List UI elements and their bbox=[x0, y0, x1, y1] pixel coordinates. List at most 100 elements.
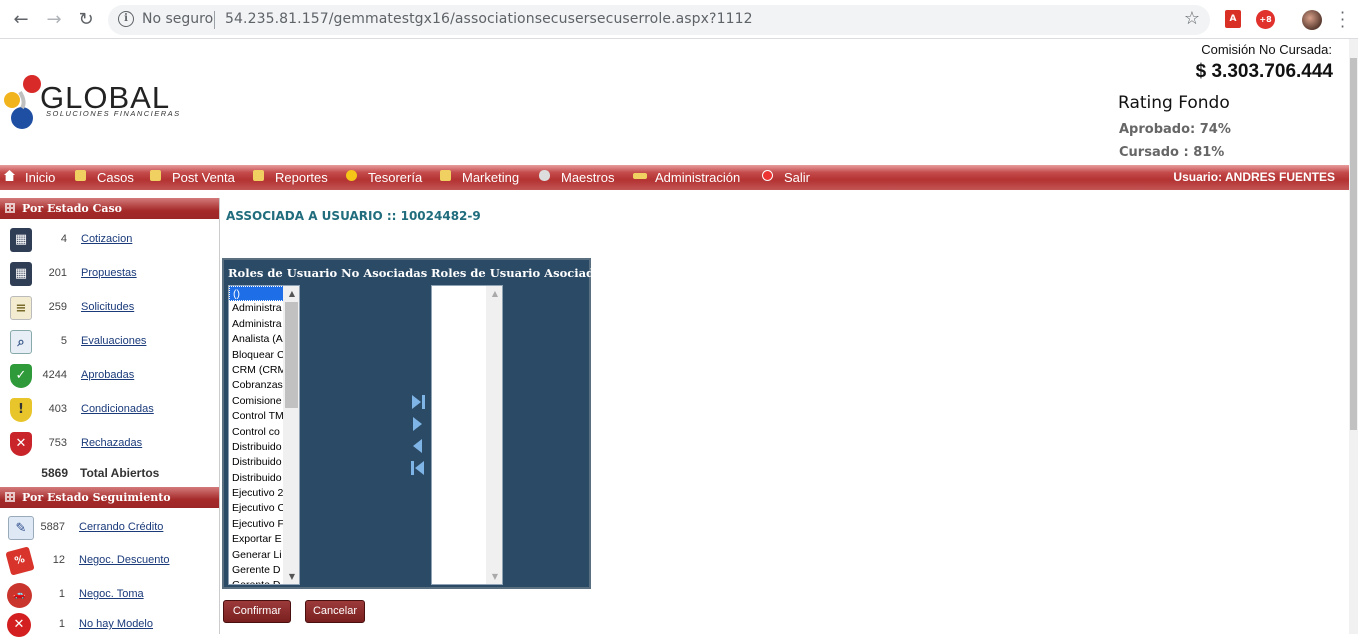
comision-value: $ 3.303.706.444 bbox=[1195, 61, 1333, 82]
list-item[interactable]: Distribuido bbox=[229, 455, 284, 470]
no-asociadas-header: Roles de Usuario No Asociadas bbox=[228, 266, 428, 280]
list-item[interactable]: Distribuido bbox=[229, 471, 284, 486]
list-item[interactable]: Comisione bbox=[229, 394, 284, 409]
usuario-label: Usuario: ANDRES FUENTES bbox=[1173, 170, 1335, 184]
list-item: ⌕ 5 Evaluaciones bbox=[0, 328, 219, 358]
global-logo-icon bbox=[4, 75, 41, 129]
scroll-down-icon[interactable]: ▼ bbox=[289, 572, 295, 581]
page-scrollbar-thumb[interactable] bbox=[1350, 58, 1357, 430]
database-icon bbox=[539, 170, 550, 181]
list-item[interactable]: Cobranzas bbox=[229, 378, 284, 393]
cancel-button[interactable]: Cancelar bbox=[305, 600, 365, 623]
folder-icon bbox=[253, 170, 264, 181]
asociadas-listbox[interactable]: ▲ ▼ bbox=[431, 285, 503, 585]
menu-inicio[interactable]: Inicio bbox=[25, 170, 55, 185]
move-right-icon[interactable] bbox=[410, 416, 426, 432]
list-item[interactable]: Ejecutivo 2 bbox=[229, 486, 284, 501]
list-item: 🚗 1 Negoc. Toma bbox=[0, 581, 219, 611]
extension-badge-icon[interactable]: +8 bbox=[1256, 10, 1275, 29]
list-item[interactable]: Gerente D bbox=[229, 563, 284, 578]
list-item[interactable]: Distribuido bbox=[229, 440, 284, 455]
no-asociadas-listbox[interactable]: () Administra Administra Analista (A Bloquea… bbox=[228, 285, 300, 585]
link-propuestas[interactable]: Propuestas bbox=[81, 267, 137, 279]
link-cotizacion[interactable]: Cotizacion bbox=[81, 233, 132, 245]
link-evaluaciones[interactable]: Evaluaciones bbox=[81, 335, 146, 347]
count: 403 bbox=[48, 403, 67, 415]
list-item[interactable]: Control co bbox=[229, 425, 284, 440]
home-icon bbox=[4, 170, 15, 181]
rating-title: Rating Fondo bbox=[1118, 93, 1230, 113]
total-label: Total Abiertos bbox=[80, 466, 160, 480]
list-item: % 12 Negoc. Descuento bbox=[0, 546, 219, 577]
folder-icon bbox=[150, 170, 161, 181]
list-item: ▦ 201 Propuestas bbox=[0, 260, 219, 290]
list-item[interactable]: CRM (CRM bbox=[229, 363, 284, 378]
total-count: 5869 bbox=[41, 466, 68, 480]
page-title: ASSOCIADA A USUARIO :: 10024482-9 bbox=[226, 209, 481, 223]
menu-marketing[interactable]: Marketing bbox=[462, 170, 519, 185]
back-icon[interactable]: ← bbox=[9, 8, 33, 32]
rating-cursado: Cursado : 81% bbox=[1119, 145, 1225, 160]
list-item: ✓ 4244 Aprobadas bbox=[0, 362, 219, 392]
count: 4 bbox=[60, 233, 67, 245]
menu-salir[interactable]: Salir bbox=[784, 170, 810, 185]
menu-tesoreria[interactable]: Tesorería bbox=[368, 170, 422, 185]
scroll-up-icon[interactable]: ▲ bbox=[492, 289, 498, 298]
move-all-left-icon[interactable] bbox=[410, 460, 426, 476]
move-all-right-icon[interactable] bbox=[410, 394, 426, 410]
browser-menu-icon[interactable]: · · · bbox=[1340, 5, 1346, 35]
menu-reportes[interactable]: Reportes bbox=[275, 170, 328, 185]
estado-caso-header: Por Estado Caso bbox=[0, 198, 219, 219]
list-item: ▦ 4 Cotizacion bbox=[0, 226, 219, 256]
rating-aprobado: Aprobado: 74% bbox=[1119, 122, 1231, 137]
move-left-icon[interactable] bbox=[410, 438, 426, 454]
key-icon bbox=[633, 173, 647, 179]
link-no-hay-modelo[interactable]: No hay Modelo bbox=[79, 618, 153, 630]
count: 1 bbox=[58, 618, 65, 630]
scroll-up-icon[interactable]: ▲ bbox=[289, 289, 295, 298]
list-item[interactable]: Ejecutivo C bbox=[229, 501, 284, 516]
scroll-down-icon[interactable]: ▼ bbox=[492, 572, 498, 581]
exit-icon bbox=[762, 170, 773, 181]
grid-icon bbox=[5, 492, 15, 502]
list-item[interactable]: Administra bbox=[229, 317, 284, 332]
roles-association-panel: Roles de Usuario No Asociadas Roles de U… bbox=[222, 258, 608, 589]
count: 5 bbox=[60, 335, 67, 347]
folder-icon bbox=[75, 170, 86, 181]
info-icon[interactable]: i bbox=[118, 11, 134, 27]
list-item[interactable]: Administra bbox=[229, 301, 284, 316]
list-item[interactable]: Gerente D bbox=[229, 578, 284, 584]
menu-maestros[interactable]: Maestros bbox=[561, 170, 614, 185]
menu-post-venta[interactable]: Post Venta bbox=[172, 170, 235, 185]
link-aprobadas[interactable]: Aprobadas bbox=[81, 369, 134, 381]
address-bar[interactable]: i No seguro 54.235.81.157/gemmatestgx16/… bbox=[108, 5, 1210, 35]
url-text[interactable]: 54.235.81.157/gemmatestgx16/associations… bbox=[225, 11, 753, 27]
list-item[interactable]: Analista (A bbox=[229, 332, 284, 347]
link-cerrando-credito[interactable]: Cerrando Crédito bbox=[79, 521, 163, 533]
listbox-scrollbar[interactable] bbox=[486, 286, 502, 584]
list-item[interactable]: Control TM bbox=[229, 409, 284, 424]
confirm-button[interactable]: Confirmar bbox=[223, 600, 291, 623]
menu-casos[interactable]: Casos bbox=[97, 170, 134, 185]
list-item[interactable]: () bbox=[229, 286, 284, 302]
link-condicionadas[interactable]: Condicionadas bbox=[81, 403, 154, 415]
bookmark-star-icon[interactable]: ☆ bbox=[1184, 8, 1200, 29]
list-item[interactable]: Exportar E bbox=[229, 532, 284, 547]
list-item: ✕ 1 No hay Modelo bbox=[0, 611, 219, 641]
link-rechazadas[interactable]: Rechazadas bbox=[81, 437, 142, 449]
list-item[interactable]: Generar Li bbox=[229, 548, 284, 563]
link-negoc-toma[interactable]: Negoc. Toma bbox=[79, 588, 144, 600]
listbox-scrollbar-thumb[interactable] bbox=[285, 302, 298, 408]
count: 12 bbox=[52, 554, 65, 566]
grid-icon bbox=[5, 203, 15, 213]
list-item[interactable]: Ejecutivo F bbox=[229, 517, 284, 532]
forward-icon[interactable]: → bbox=[42, 8, 66, 32]
pdf-extension-icon[interactable]: A bbox=[1225, 10, 1241, 28]
list-item[interactable]: Bloquear C bbox=[229, 348, 284, 363]
comision-label: Comisión No Cursada: bbox=[1201, 42, 1332, 57]
menu-administracion[interactable]: Administración bbox=[655, 170, 740, 185]
profile-avatar[interactable] bbox=[1302, 10, 1322, 30]
link-negoc-descuento[interactable]: Negoc. Descuento bbox=[79, 554, 170, 566]
link-solicitudes[interactable]: Solicitudes bbox=[81, 301, 134, 313]
reload-icon[interactable]: ↻ bbox=[74, 8, 98, 32]
